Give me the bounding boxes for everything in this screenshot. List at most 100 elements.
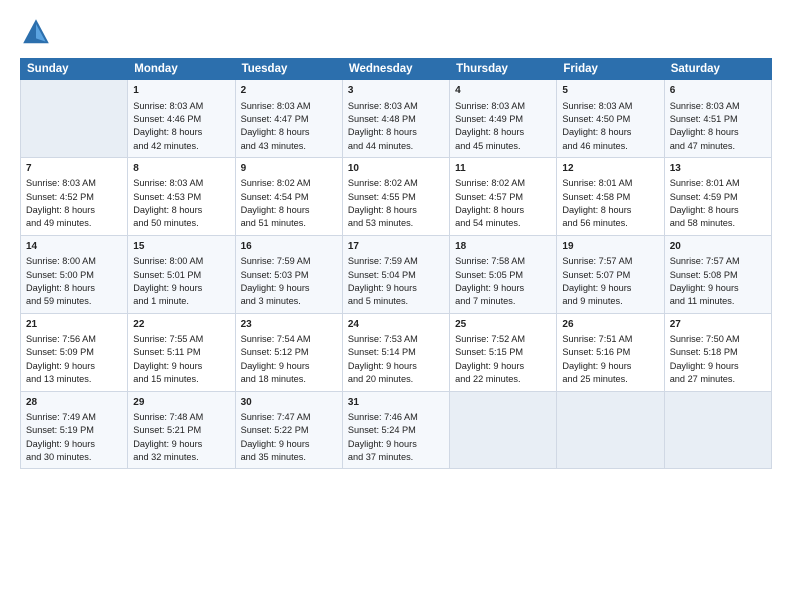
week-row-2: 14Sunrise: 8:00 AMSunset: 5:00 PMDayligh… bbox=[21, 235, 772, 313]
day-info: Sunset: 5:01 PM bbox=[133, 270, 201, 280]
day-info: Sunrise: 8:03 AM bbox=[241, 101, 311, 111]
day-info: Sunset: 4:58 PM bbox=[562, 192, 630, 202]
day-info: and 49 minutes. bbox=[26, 218, 91, 228]
day-number: 11 bbox=[455, 162, 551, 177]
day-info: Sunset: 5:09 PM bbox=[26, 347, 94, 357]
day-number: 31 bbox=[348, 396, 444, 411]
day-info: Sunset: 5:16 PM bbox=[562, 347, 630, 357]
calendar-table: Sunday Monday Tuesday Wednesday Thursday… bbox=[20, 58, 772, 469]
logo-icon bbox=[20, 16, 52, 48]
day-info: and 35 minutes. bbox=[241, 452, 306, 462]
day-info: Sunrise: 7:59 AM bbox=[241, 256, 311, 266]
day-info: Sunrise: 8:00 AM bbox=[26, 256, 96, 266]
day-info: Daylight: 9 hours bbox=[670, 361, 739, 371]
day-info: Sunrise: 8:02 AM bbox=[348, 178, 418, 188]
day-info: Sunset: 5:04 PM bbox=[348, 270, 416, 280]
day-info: Daylight: 9 hours bbox=[26, 361, 95, 371]
day-number: 18 bbox=[455, 240, 551, 255]
day-info: Daylight: 9 hours bbox=[455, 283, 524, 293]
day-info: Daylight: 8 hours bbox=[348, 127, 417, 137]
day-info: Sunrise: 8:03 AM bbox=[670, 101, 740, 111]
day-info: and 25 minutes. bbox=[562, 374, 627, 384]
header bbox=[20, 16, 772, 48]
day-number: 16 bbox=[241, 240, 337, 255]
calendar-cell: 15Sunrise: 8:00 AM Sunset: 5:01 PM Dayligh… bbox=[128, 235, 235, 313]
day-number: 5 bbox=[562, 84, 658, 99]
day-info: Sunset: 5:00 PM bbox=[26, 270, 94, 280]
day-info: Daylight: 9 hours bbox=[133, 283, 202, 293]
day-info: and 46 minutes. bbox=[562, 141, 627, 151]
calendar-cell: 29Sunrise: 7:48 AMSunset: 5:21 PMDayligh… bbox=[128, 391, 235, 469]
day-info: Daylight: 8 hours bbox=[670, 127, 739, 137]
calendar-cell: 7Sunrise: 8:03 AMSunset: 4:52 PMDaylight… bbox=[21, 157, 128, 235]
day-number: 15 bbox=[133, 240, 229, 255]
day-info: and 37 minutes. bbox=[348, 452, 413, 462]
day-number: 21 bbox=[26, 318, 122, 333]
day-info: and 18 minutes. bbox=[241, 374, 306, 384]
day-info: and 44 minutes. bbox=[348, 141, 413, 151]
day-info: and 1 minute. bbox=[133, 296, 189, 306]
day-info: and 11 minutes. bbox=[670, 296, 735, 306]
day-info: Sunrise: 7:50 AM bbox=[670, 334, 740, 344]
page: Sunday Monday Tuesday Wednesday Thursday… bbox=[0, 0, 792, 612]
day-info: Daylight: 8 hours bbox=[241, 205, 310, 215]
col-sunday: Sunday bbox=[21, 59, 128, 80]
day-info: and 50 minutes. bbox=[133, 218, 198, 228]
day-info: Daylight: 8 hours bbox=[26, 205, 95, 215]
day-info: and 47 minutes. bbox=[670, 141, 735, 151]
day-number: 4 bbox=[455, 84, 551, 99]
day-info: Sunrise: 8:03 AM bbox=[562, 101, 632, 111]
day-info: Sunrise: 7:48 AM bbox=[133, 412, 203, 422]
day-info: Daylight: 8 hours bbox=[562, 205, 631, 215]
day-info: Sunrise: 8:00 AM bbox=[133, 256, 203, 266]
day-number: 7 bbox=[26, 162, 122, 177]
day-number: 24 bbox=[348, 318, 444, 333]
day-number: 1 bbox=[133, 84, 229, 99]
day-number: 28 bbox=[26, 396, 122, 411]
day-info: Sunrise: 7:57 AM bbox=[562, 256, 632, 266]
calendar-cell: 23Sunrise: 7:54 AMSunset: 5:12 PMDayligh… bbox=[235, 313, 342, 391]
day-info: Sunset: 5:11 PM bbox=[133, 347, 200, 357]
day-number: 10 bbox=[348, 162, 444, 177]
calendar-cell: 3Sunrise: 8:03 AMSunset: 4:48 PMDaylight… bbox=[342, 80, 449, 158]
calendar-cell: 24Sunrise: 7:53 AMSunset: 5:14 PMDayligh… bbox=[342, 313, 449, 391]
day-info: Sunset: 5:03 PM bbox=[241, 270, 309, 280]
day-info: Sunset: 5:22 PM bbox=[241, 425, 309, 435]
day-info: Sunset: 5:19 PM bbox=[26, 425, 94, 435]
day-info: Daylight: 9 hours bbox=[670, 283, 739, 293]
day-info: Sunset: 4:48 PM bbox=[348, 114, 416, 124]
day-info: Sunset: 5:14 PM bbox=[348, 347, 416, 357]
day-info: and 20 minutes. bbox=[348, 374, 413, 384]
day-info: and 7 minutes. bbox=[455, 296, 515, 306]
calendar-cell: 27Sunrise: 7:50 AMSunset: 5:18 PMDayligh… bbox=[664, 313, 771, 391]
day-info: Sunset: 5:12 PM bbox=[241, 347, 309, 357]
calendar-cell: 21Sunrise: 7:56 AMSunset: 5:09 PMDayligh… bbox=[21, 313, 128, 391]
day-info: Daylight: 9 hours bbox=[348, 283, 417, 293]
day-info: Sunrise: 7:59 AM bbox=[348, 256, 418, 266]
day-info: Sunset: 4:52 PM bbox=[26, 192, 94, 202]
day-info: Sunrise: 7:47 AM bbox=[241, 412, 311, 422]
day-info: Daylight: 9 hours bbox=[133, 439, 202, 449]
calendar-cell: 8Sunrise: 8:03 AMSunset: 4:53 PMDaylight… bbox=[128, 157, 235, 235]
day-info: and 5 minutes. bbox=[348, 296, 408, 306]
calendar-cell: 28Sunrise: 7:49 AMSunset: 5:19 PMDayligh… bbox=[21, 391, 128, 469]
day-number: 26 bbox=[562, 318, 658, 333]
day-number: 14 bbox=[26, 240, 122, 255]
week-row-4: 28Sunrise: 7:49 AMSunset: 5:19 PMDayligh… bbox=[21, 391, 772, 469]
week-row-1: 7 Sunrise: 8:03 AM Sunset: 4:52 PM Daylight… bbox=[21, 157, 772, 235]
day-info: and 22 minutes. bbox=[455, 374, 520, 384]
calendar-cell: 10Sunrise: 8:02 AMSunset: 4:55 PMDayligh… bbox=[342, 157, 449, 235]
day-info: Sunrise: 8:03 AM bbox=[455, 101, 525, 111]
day-info: and 43 minutes. bbox=[241, 141, 306, 151]
day-info: Sunrise: 8:03 AM bbox=[133, 178, 203, 188]
col-monday: Monday bbox=[128, 59, 235, 80]
calendar-cell bbox=[557, 391, 664, 469]
day-info: Daylight: 8 hours bbox=[455, 127, 524, 137]
calendar-cell: 16Sunrise: 7:59 AMSunset: 5:03 PMDayligh… bbox=[235, 235, 342, 313]
day-info: Sunset: 4:57 PM bbox=[455, 192, 523, 202]
calendar-cell: 18Sunrise: 7:58 AMSunset: 5:05 PMDayligh… bbox=[450, 235, 557, 313]
day-info: Sunset: 4:54 PM bbox=[241, 192, 309, 202]
day-info: and 30 minutes. bbox=[26, 452, 91, 462]
day-info: Sunset: 4:46 PM bbox=[133, 114, 201, 124]
day-info: Daylight: 9 hours bbox=[241, 361, 310, 371]
